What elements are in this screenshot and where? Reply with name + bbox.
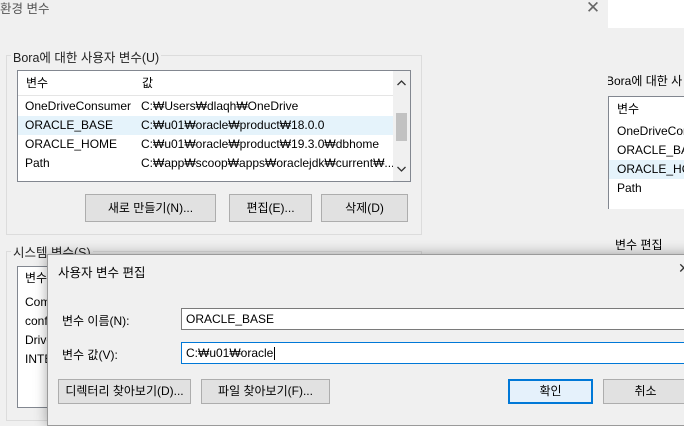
var-name: Path (25, 156, 50, 170)
list-item[interactable]: ORACLE_HOME C:₩u01₩oracle₩product₩19.3.0… (18, 135, 410, 154)
var-name: ORACLE_BAS (617, 143, 684, 157)
edit-button[interactable]: 편집(E)... (229, 194, 312, 222)
column-header-name[interactable]: 변수 (25, 269, 47, 288)
bg-window-group-legend: Bora에 대한 사 (608, 74, 683, 88)
list-item-selected[interactable]: ORACLE_HO (609, 160, 684, 179)
var-name: OneDriveCon (617, 124, 684, 138)
list-item-selected[interactable]: ORACLE_BASE C:₩u01₩oracle₩product₩18.0.0 (18, 116, 410, 135)
close-icon[interactable]: ✕ (584, 0, 602, 17)
user-vars-legend: Bora에 대한 사용자 변수(U) (11, 47, 162, 66)
var-name: ORACLE_HO (617, 162, 684, 176)
close-icon[interactable]: ✕ (678, 260, 684, 277)
cancel-button[interactable]: 취소 (603, 379, 684, 404)
new-button[interactable]: 새로 만들기(N)... (85, 194, 216, 222)
ok-button[interactable]: 확인 (508, 379, 593, 404)
variable-value-field[interactable]: C:₩u01₩oracle (181, 342, 684, 364)
chevron-down-icon (397, 166, 406, 172)
column-header-name: 변수 (617, 102, 640, 116)
list-item[interactable]: Path C:₩app₩scoop₩apps₩oraclejdk₩current… (18, 154, 410, 173)
var-value: C:₩app₩scoop₩apps₩oraclejdk₩current₩... (141, 156, 395, 170)
user-vars-list[interactable]: 변수 값 OneDriveConsumer C:₩Users₩dlaqh₩One… (17, 70, 411, 182)
list-item[interactable]: OneDriveConsumer C:₩Users₩dlaqh₩OneDrive (18, 97, 410, 116)
list-header: 변수 값 (18, 71, 410, 96)
list-item[interactable]: ORACLE_BAS (617, 141, 684, 160)
dialog-title: 사용자 변수 편집 (58, 266, 146, 280)
var-value: C:₩Users₩dlaqh₩OneDrive (141, 99, 299, 113)
var-name: Path (617, 181, 642, 195)
window-title: 환경 변수 (0, 2, 50, 16)
column-header-value[interactable]: 값 (142, 71, 153, 95)
background-window-titlebar (608, 0, 684, 28)
variable-name-field[interactable]: ORACLE_BASE (181, 308, 684, 330)
var-value: C:₩u01₩oracle₩product₩19.3.0₩dbhome (141, 137, 380, 151)
bg-edit-title: 변수 편집 (615, 238, 663, 252)
name-label: 변수 이름(N): (62, 314, 130, 328)
text-caret (274, 347, 276, 361)
var-name: ORACLE_HOME (25, 137, 118, 151)
delete-button[interactable]: 삭제(D) (321, 194, 408, 222)
scrollbar-graphics (396, 80, 407, 172)
var-name: ORACLE_BASE (25, 118, 114, 132)
bg-vars-list[interactable]: 변수 OneDriveCon ORACLE_BAS ORACLE_HO Path (608, 96, 684, 209)
edit-variable-dialog: 사용자 변수 편집 ✕ 변수 이름(N): ORACLE_BASE 변수 값(V… (47, 254, 684, 426)
browse-file-button[interactable]: 파일 찾아보기(F)... (201, 379, 330, 404)
list-header: 변수 (617, 100, 684, 119)
variable-value-text: C:₩u01₩oracle (186, 346, 274, 360)
var-name: OneDriveConsumer (25, 99, 132, 113)
chevron-up-icon (397, 80, 406, 86)
list-item[interactable]: Path (617, 179, 684, 198)
browse-directory-button[interactable]: 디렉터리 찾아보기(D)... (58, 379, 191, 404)
scrollbar-thumb (396, 113, 407, 141)
list-item[interactable]: OneDriveCon (617, 122, 684, 141)
value-label: 변수 값(V): (62, 348, 118, 362)
column-header-name[interactable]: 변수 (26, 71, 48, 95)
var-value: C:₩u01₩oracle₩product₩18.0.0 (141, 118, 325, 132)
var-name: conf (25, 314, 48, 328)
vertical-scrollbar[interactable] (393, 71, 410, 181)
